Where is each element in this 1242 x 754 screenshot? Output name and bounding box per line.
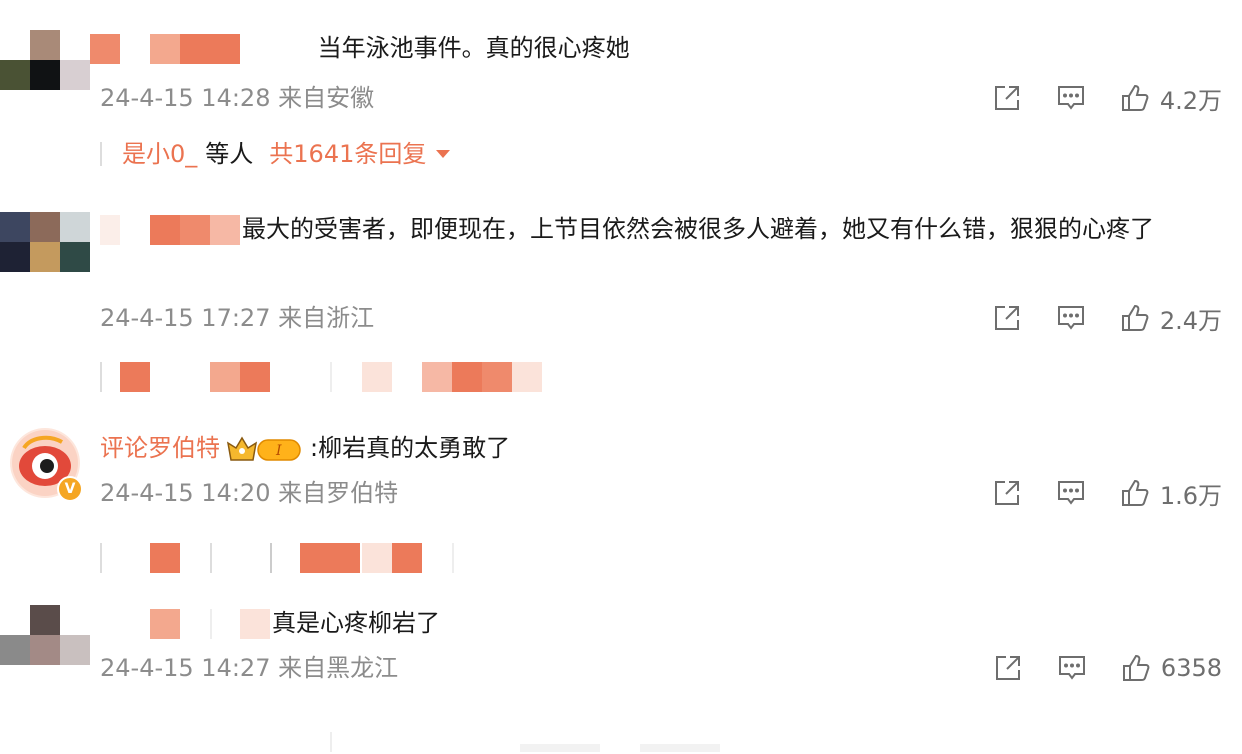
crown-badge-icon[interactable]: I (226, 434, 306, 464)
share-icon[interactable] (992, 478, 1022, 508)
comment-time: 24-4-15 14:28 (100, 84, 271, 112)
comment-actions: 1.6万 (992, 475, 1222, 511)
redacted-reply-summary[interactable] (100, 362, 545, 392)
like-count: 6358 (1160, 654, 1222, 682)
comment-row: 评论罗伯特 I :柳岩真的太勇敢了 (100, 428, 1222, 468)
comment-actions: 2.4万 (992, 300, 1222, 336)
comment-icon[interactable] (1057, 653, 1087, 683)
comment-item: V 评论罗伯特 I :柳岩真的太勇敢了 24-4-15 14:20 来自罗伯特 (0, 410, 1242, 580)
username[interactable]: 评论罗伯特 (100, 434, 220, 462)
redacted-username[interactable] (100, 215, 242, 245)
comment-location: 来自安徽 (278, 84, 375, 112)
comment-text: 真是心疼柳岩了 (272, 609, 440, 637)
comment-row: 最大的受害者，即便现在，上节目依然会被很多人避着，她又有什么错，狠狠的心疼了 (100, 209, 1222, 249)
reply-user[interactable]: 是小0_ (122, 136, 197, 172)
share-icon[interactable] (992, 303, 1022, 333)
comment-time: 24-4-15 17:27 (100, 304, 271, 332)
comment-icon[interactable] (1056, 83, 1086, 113)
comment-actions: 4.2万 (992, 80, 1222, 116)
reply-divider (100, 142, 102, 166)
comment-time: 24-4-15 14:27 (100, 654, 271, 682)
comment-text: :柳岩真的太勇敢了 (310, 434, 511, 462)
like-icon (1121, 304, 1149, 331)
reply-others: 等人 (205, 140, 254, 168)
like-icon (1121, 479, 1149, 506)
like-count: 1.6万 (1159, 481, 1222, 510)
like-count: 2.4万 (1159, 306, 1222, 335)
comment-location: 来自浙江 (278, 304, 375, 332)
like-button[interactable]: 2.4万 (1120, 301, 1222, 336)
reply-count[interactable]: 共1641条回复 (269, 136, 426, 172)
like-button[interactable]: 1.6万 (1120, 476, 1222, 511)
comment-feed: 当年泳池事件。真的很心疼她 24-4-15 14:28 来自安徽 4.2万 是小… (0, 0, 1242, 754)
like-count: 4.2万 (1159, 86, 1222, 115)
comment-time: 24-4-15 14:20 (100, 479, 271, 507)
avatar[interactable] (0, 605, 90, 665)
dropdown-arrow-icon[interactable] (434, 148, 452, 160)
comment-text: 最大的受害者，即便现在，上节目依然会被很多人避着，她又有什么错，狠狠的心疼了 (242, 215, 1154, 243)
badge-level-text: I (275, 443, 282, 459)
comment-icon[interactable] (1056, 303, 1086, 333)
like-icon (1121, 84, 1149, 111)
comment-meta: 24-4-15 14:27 来自黑龙江 (100, 650, 398, 686)
comment-location: 来自黑龙江 (278, 654, 399, 682)
share-icon[interactable] (993, 653, 1023, 683)
redacted-username[interactable] (90, 34, 310, 64)
comment-item: 最大的受害者，即便现在，上节目依然会被很多人避着，她又有什么错，狠狠的心疼了 2… (0, 195, 1242, 395)
reply-summary[interactable]: 是小0_ 等人 共1641条回复 (100, 136, 452, 172)
comment-row: 当年泳池事件。真的很心疼她 (90, 28, 1222, 68)
comment-meta: 24-4-15 17:27 来自浙江 (100, 300, 374, 336)
comment-location: 来自罗伯特 (278, 479, 399, 507)
comment-actions: 6358 (993, 650, 1222, 686)
like-icon (1122, 654, 1150, 681)
verified-icon: V (57, 476, 83, 502)
comment-meta: 24-4-15 14:20 来自罗伯特 (100, 475, 398, 511)
redacted-reply-summary[interactable] (100, 732, 720, 752)
comment-row: 真是心疼柳岩了 (100, 603, 1222, 643)
comment-icon[interactable] (1056, 478, 1086, 508)
redacted-reply-summary[interactable] (100, 543, 455, 573)
like-button[interactable]: 6358 (1121, 653, 1222, 683)
comment-text: 当年泳池事件。真的很心疼她 (317, 34, 630, 62)
like-button[interactable]: 4.2万 (1120, 81, 1222, 116)
share-icon[interactable] (992, 83, 1022, 113)
comment-meta: 24-4-15 14:28 来自安徽 (100, 80, 374, 116)
comment-item: 真是心疼柳岩了 24-4-15 14:27 来自黑龙江 6358 (0, 595, 1242, 754)
avatar[interactable] (0, 30, 90, 90)
comment-item: 当年泳池事件。真的很心疼她 24-4-15 14:28 来自安徽 4.2万 是小… (0, 0, 1242, 180)
redacted-username[interactable] (100, 609, 272, 639)
avatar[interactable] (0, 212, 90, 272)
